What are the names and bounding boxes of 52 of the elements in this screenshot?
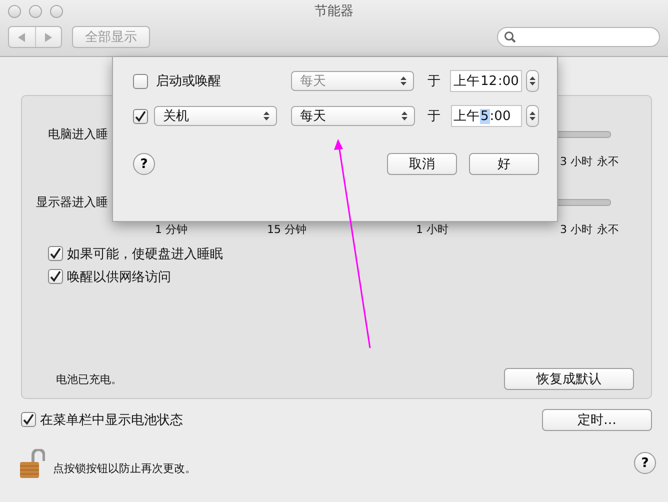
checkbox[interactable] — [133, 108, 148, 124]
zoom-button[interactable] — [50, 4, 63, 18]
back-arrow-icon — [18, 32, 26, 42]
checkmark-icon — [50, 248, 61, 259]
updown-arrows-icon — [263, 111, 270, 121]
checkbox-label: 如果可能，使硬盘进入睡眠 — [67, 246, 223, 262]
slider-label: 显示器进入睡 — [36, 194, 108, 211]
close-button[interactable] — [8, 4, 21, 18]
restore-defaults-button[interactable]: 恢复成默认 — [504, 368, 634, 390]
window-title: 节能器 — [314, 3, 354, 20]
checkbox[interactable] — [48, 269, 63, 284]
checkbox-label: 在菜单栏中显示电池状态 — [40, 412, 183, 428]
schedule-button[interactable]: 定时… — [542, 408, 652, 430]
ok-button[interactable]: 好 — [469, 153, 539, 175]
slider-label: 电脑进入睡 — [47, 126, 108, 143]
tick-label: 永不 — [597, 154, 619, 169]
time-stepper[interactable] — [526, 70, 539, 92]
event-popup[interactable]: 关机 — [154, 106, 278, 126]
repeat-popup[interactable]: 每天 — [291, 106, 415, 126]
lock-hint-text: 点按锁按钮以防止再次更改。 — [53, 460, 196, 476]
tick-label: 永不 — [597, 222, 619, 237]
battery-status-text: 电池已充电。 — [56, 372, 122, 386]
search-field[interactable] — [497, 27, 660, 47]
updown-arrows-icon — [529, 76, 536, 86]
help-button[interactable]: ? — [634, 452, 656, 474]
checkmark-icon — [134, 110, 146, 122]
cancel-button[interactable]: 取消 — [387, 153, 457, 175]
forward-arrow-icon — [44, 32, 52, 42]
checkbox[interactable] — [133, 74, 148, 88]
updown-arrows-icon — [529, 111, 536, 121]
search-icon — [504, 31, 516, 43]
checkmark-icon — [23, 414, 34, 425]
time-field[interactable]: 上午 12:00 — [450, 70, 522, 92]
tick-label: 3 小时 — [560, 222, 592, 237]
help-button[interactable]: ? — [133, 153, 155, 175]
tick-label: 3 小时 — [560, 154, 592, 169]
checkbox-label: 唤醒以供网络访问 — [67, 268, 171, 286]
tick-label: 1 分钟 — [155, 222, 188, 237]
at-label: 于 — [428, 108, 441, 125]
event-label: 启动或唤醒 — [156, 73, 222, 90]
at-label: 于 — [427, 73, 440, 90]
minimize-button[interactable] — [29, 4, 42, 18]
checkbox[interactable] — [48, 246, 63, 261]
time-stepper[interactable] — [526, 105, 539, 127]
checkbox[interactable] — [21, 412, 36, 427]
updown-arrows-icon — [400, 76, 408, 86]
tick-label: 15 分钟 — [267, 222, 306, 237]
updown-arrows-icon — [400, 111, 408, 121]
padlock-icon[interactable] — [19, 449, 45, 479]
time-field[interactable]: 上午5:00 — [450, 105, 522, 127]
checkmark-icon — [50, 271, 61, 282]
tick-label: 1 小时 — [416, 222, 448, 237]
